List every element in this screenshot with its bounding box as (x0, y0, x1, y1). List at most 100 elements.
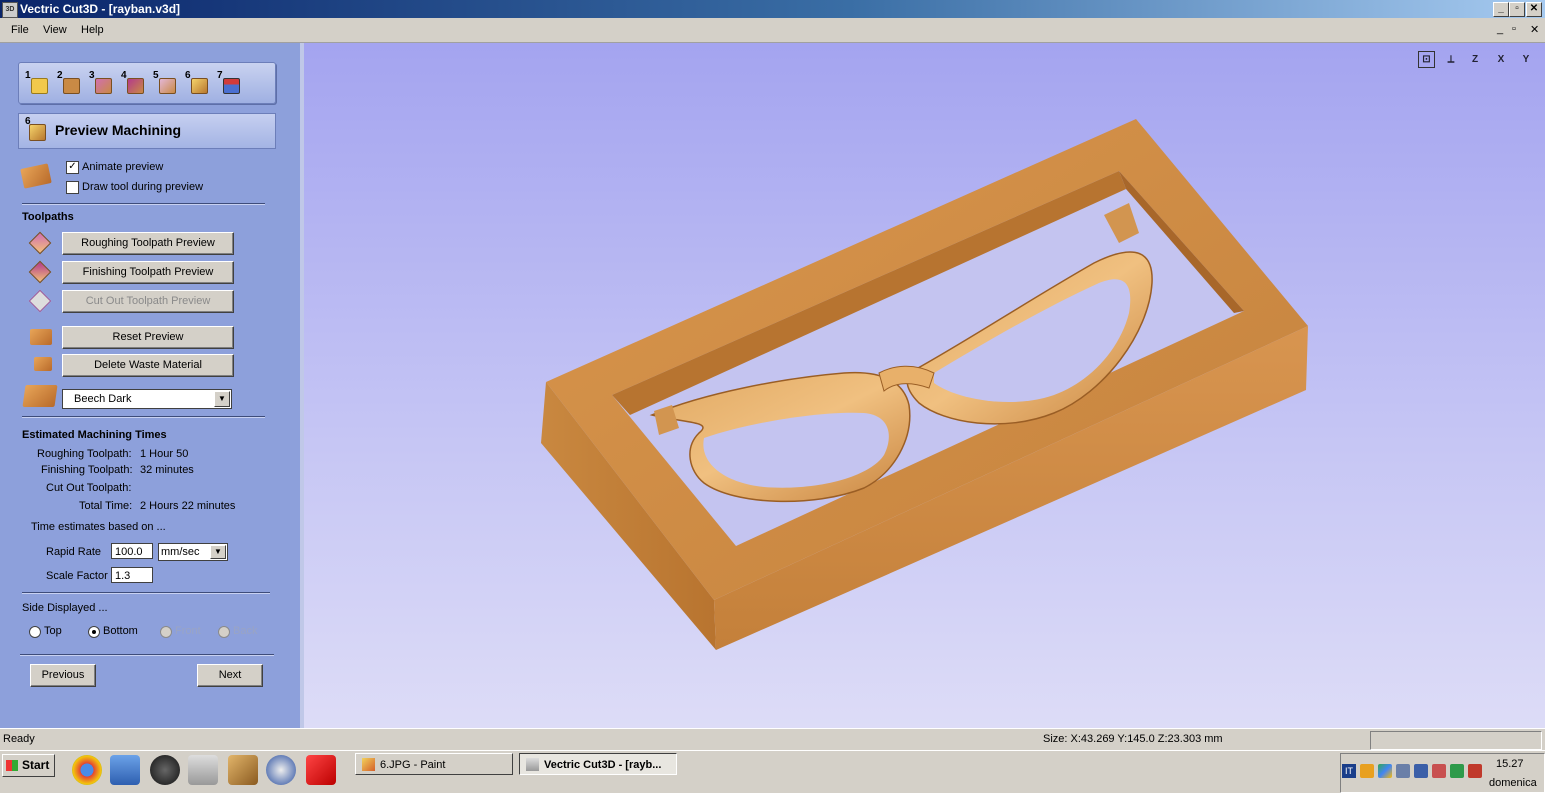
network-icon[interactable] (1396, 764, 1410, 778)
preview-icon: 6 (25, 116, 47, 141)
side-back-radio[interactable] (218, 626, 230, 638)
material-select-value: Beech Dark (74, 393, 132, 405)
animate-options-icon (20, 163, 52, 189)
task-paint[interactable]: 6.JPG - Paint (355, 753, 513, 775)
cutout-preview-button[interactable]: Cut Out Toolpath Preview (62, 290, 234, 313)
side-bottom-label: Bottom (103, 625, 138, 637)
sketchup-icon[interactable] (306, 755, 336, 785)
finishing-icon[interactable]: 4 (121, 70, 145, 95)
side-bottom-radio[interactable] (88, 626, 100, 638)
media-icon[interactable] (150, 755, 180, 785)
paint-icon (362, 758, 375, 771)
cut3d-app-icon[interactable]: 3D (2, 2, 18, 18)
menu-bar: File View Help _ ▫ ✕ (0, 18, 1545, 43)
roughing-preview-button[interactable]: Roughing Toolpath Preview (62, 232, 234, 255)
window-title: Vectric Cut3D - [rayban.v3d] (20, 2, 181, 16)
divider (22, 592, 270, 594)
total-time-value: 2 Hours 22 minutes (140, 500, 236, 512)
side-top-radio[interactable] (29, 626, 41, 638)
rapid-rate-label: Rapid Rate (46, 546, 102, 558)
mdi-close-button[interactable]: ✕ (1530, 23, 1539, 36)
roughing-toolpath-icon (28, 231, 52, 255)
total-time-label: Total Time: (79, 500, 133, 512)
roughing-time-label: Roughing Toolpath: (37, 448, 132, 460)
cut3d-task-icon (526, 758, 539, 771)
tray-app-icon[interactable] (1360, 764, 1374, 778)
roughing-time-value: 1 Hour 50 (140, 448, 189, 460)
next-button[interactable]: Next (197, 664, 263, 687)
cut3d-icon[interactable] (188, 755, 218, 785)
chevron-down-icon[interactable]: ▼ (210, 545, 226, 559)
side-front-radio[interactable] (160, 626, 172, 638)
machining-times-heading: Estimated Machining Times (22, 429, 167, 441)
mdi-restore-button[interactable]: ▫ (1512, 23, 1516, 35)
rapid-rate-input[interactable]: 100.0 (111, 543, 153, 559)
system-tray: IT 15.27 domenica (1340, 753, 1545, 793)
roughing-icon[interactable]: 3 (89, 70, 113, 95)
explorer-icon[interactable] (110, 755, 140, 785)
divider (20, 654, 274, 656)
side-top-label: Top (44, 625, 62, 637)
aspire-icon[interactable] (228, 755, 258, 785)
cutout-icon[interactable]: 5 (153, 70, 177, 95)
panel-title: Preview Machining (55, 122, 182, 138)
tray-tool-icon[interactable] (1432, 764, 1446, 778)
side-displayed-heading: Side Displayed ... (22, 602, 108, 614)
panel-header: 6 Preview Machining (18, 113, 276, 149)
material-select[interactable]: Beech Dark ▼ (62, 389, 232, 409)
chrome-icon[interactable] (72, 755, 102, 785)
divider (22, 416, 265, 418)
rapid-rate-unit-value: mm/sec (161, 546, 200, 558)
material-setup-icon[interactable]: 2 (57, 70, 81, 95)
minimize-button[interactable]: _ (1493, 2, 1509, 17)
reset-preview-icon (30, 329, 52, 345)
animate-preview-label: Animate preview (82, 161, 164, 173)
task-cut3d[interactable]: Vectric Cut3D - [rayb... (519, 753, 677, 775)
start-button[interactable]: Start (2, 754, 55, 777)
windows-logo-icon (6, 760, 18, 771)
rapid-rate-unit-select[interactable]: mm/sec ▼ (158, 543, 228, 561)
machined-part-model (541, 119, 1308, 650)
toolpaths-heading: Toolpaths (22, 211, 74, 223)
menu-file[interactable]: File (11, 24, 29, 36)
compass-icon[interactable] (266, 755, 296, 785)
chevron-down-icon[interactable]: ▼ (214, 391, 230, 407)
3d-viewport[interactable]: ⊡ ⟂ Z X Y (304, 43, 1545, 728)
monitor-icon[interactable] (1414, 764, 1428, 778)
preview-icon[interactable]: 6 (185, 70, 209, 95)
draw-tool-checkbox[interactable] (66, 181, 79, 194)
menu-view[interactable]: View (43, 24, 67, 36)
previous-button[interactable]: Previous (30, 664, 96, 687)
reset-preview-button[interactable]: Reset Preview (62, 326, 234, 349)
taskbar: Start 6.JPG - Paint Vectric Cut3D - [ray… (0, 750, 1545, 793)
maximize-button[interactable]: ▫ (1509, 2, 1525, 17)
language-indicator[interactable]: IT (1342, 764, 1356, 778)
task-cut3d-label: Vectric Cut3D - [rayb... (544, 759, 662, 771)
scale-factor-label: Scale Factor (46, 570, 108, 582)
estimates-note: Time estimates based on ... (31, 521, 166, 533)
delete-waste-button[interactable]: Delete Waste Material (62, 354, 234, 377)
finishing-time-value: 32 minutes (140, 464, 194, 476)
menu-help[interactable]: Help (81, 24, 104, 36)
finishing-preview-button[interactable]: Finishing Toolpath Preview (62, 261, 234, 284)
close-button[interactable]: ✕ (1526, 2, 1542, 17)
drive-icon[interactable] (1378, 764, 1392, 778)
antivirus-icon[interactable] (1468, 764, 1482, 778)
save-toolpath-icon[interactable]: 7 (217, 70, 241, 95)
start-label: Start (22, 758, 50, 772)
finishing-toolpath-icon (28, 260, 52, 284)
shield-icon[interactable] (1450, 764, 1464, 778)
cutout-time-label: Cut Out Toolpath: (46, 482, 132, 494)
material-swatch-icon (22, 385, 58, 407)
draw-tool-label: Draw tool during preview (82, 181, 204, 193)
status-text: Ready (3, 733, 35, 745)
open-folder-icon[interactable]: 1 (25, 70, 49, 95)
status-bar: Ready Size: X:43.269 Y:145.0 Z:23.303 mm (0, 728, 1545, 751)
mdi-minimize-button[interactable]: _ (1497, 23, 1503, 35)
animate-preview-checkbox[interactable]: ✓ (66, 161, 79, 174)
divider (22, 203, 265, 205)
scale-factor-input[interactable]: 1.3 (111, 567, 153, 583)
clock[interactable]: 15.27 (1496, 758, 1524, 770)
step-toolbar: 1 2 3 4 5 6 7 (18, 62, 276, 104)
finishing-time-label: Finishing Toolpath: (41, 464, 133, 476)
